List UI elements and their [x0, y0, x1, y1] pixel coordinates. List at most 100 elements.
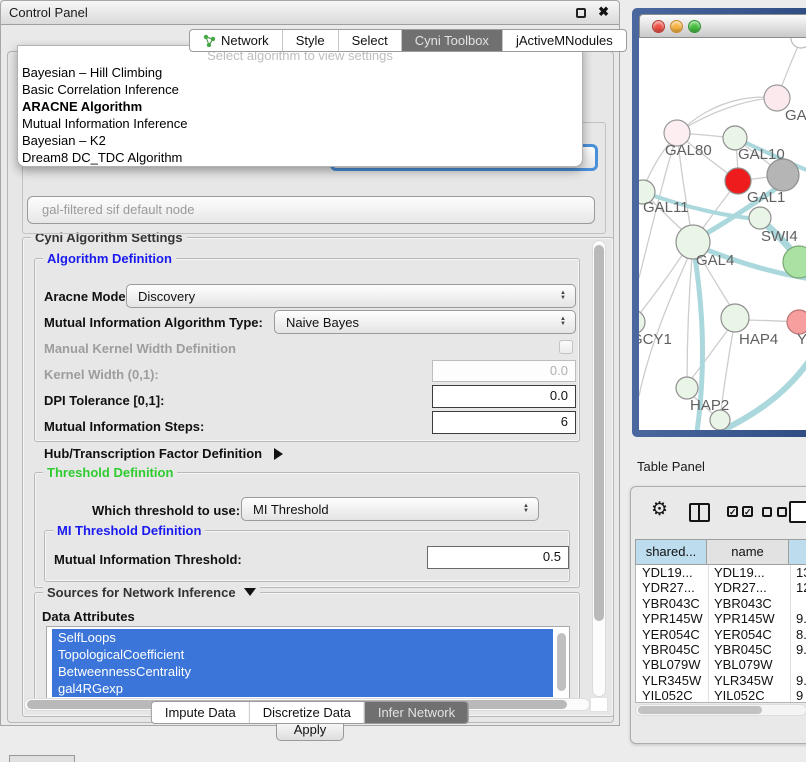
aracne-mode-select[interactable]: Discovery ▲▼	[126, 284, 576, 308]
mi-algorithm-type-select[interactable]: Naive Bayes ▲▼	[274, 310, 576, 334]
network-node[interactable]	[721, 304, 749, 332]
minimize-traffic-light[interactable]	[670, 20, 683, 33]
tab-style[interactable]: Style	[282, 30, 338, 51]
tab-network[interactable]: Network	[190, 30, 282, 51]
table-cell: YBR043C	[714, 596, 772, 611]
tab-discretize-data[interactable]: Discretize Data	[249, 702, 364, 723]
mi-type-value: Naive Bayes	[286, 315, 359, 330]
algorithm-option-bayesian-k2[interactable]: Bayesian – K2	[18, 132, 582, 149]
network-node[interactable]	[749, 207, 771, 229]
close-traffic-light[interactable]	[652, 20, 665, 33]
attribute-item-selfloops[interactable]: SelfLoops	[52, 629, 553, 646]
mi-type-label: Mutual Information Algorithm Type:	[44, 315, 263, 330]
column-header-shared[interactable]: shared...	[635, 539, 707, 565]
mi-threshold-definition-title: MI Threshold Definition	[53, 523, 205, 538]
table-cell: YPR145W	[714, 611, 775, 626]
float-window-icon[interactable]	[576, 8, 586, 18]
node-label-gal10: GAL10	[738, 146, 785, 163]
table-function-icon[interactable]	[789, 501, 806, 523]
node-label-hap2: HAP2	[690, 397, 729, 414]
close-window-icon[interactable]: ✖	[598, 4, 609, 20]
deselect-all-checkbox-icon[interactable]	[777, 507, 787, 517]
node-label-gal80: GAL80	[665, 142, 712, 159]
table-row[interactable]: YIL052CYIL052C9	[636, 688, 806, 703]
network-canvas[interactable]: GALGAL80GAL10GAL1GAL11SWI4GAL4GCY1HAP4YH…	[639, 38, 806, 430]
settings-vertical-scroll-thumb[interactable]	[594, 245, 604, 621]
control-panel-window: Control Panel ✖ Network Style Select Cyni T…	[0, 0, 620, 726]
table-cell: 9.	[796, 642, 806, 657]
zoom-traffic-light[interactable]	[688, 20, 701, 33]
network-node[interactable]	[791, 38, 806, 48]
table-cell: 9	[796, 688, 803, 703]
tab-select-label: Select	[352, 33, 388, 48]
attribute-item-topologicalcoefficient[interactable]: TopologicalCoefficient	[52, 646, 553, 663]
table-row[interactable]: YBR045CYBR045C9.	[636, 642, 806, 657]
column-layout-icon[interactable]	[689, 503, 710, 522]
algorithm-option-mutual-information-inference[interactable]: Mutual Information Inference	[18, 115, 582, 132]
table-row[interactable]: YDR27...YDR27...12	[636, 580, 806, 595]
table-cell: YBL079W	[714, 657, 773, 672]
tab-impute-data-label: Impute Data	[165, 705, 236, 720]
algorithm-dropdown-popup: Select algorithm to view settings Bayesi…	[17, 45, 583, 167]
settings-vertical-scrollbar[interactable]	[592, 240, 606, 697]
algorithm-option-bayesian-hill-climbing[interactable]: Bayesian – Hill Climbing	[18, 64, 582, 81]
tab-select[interactable]: Select	[338, 30, 401, 51]
control-panel-titlebar[interactable]: Control Panel ✖	[1, 1, 619, 25]
node-label-gal4: GAL4	[696, 252, 734, 269]
table-row[interactable]: YDL19...YDL19...13	[636, 565, 806, 580]
column-header-name[interactable]: name	[707, 539, 789, 565]
table-row[interactable]: YER054CYER054C8.	[636, 627, 806, 642]
table-horizontal-scrollbar[interactable]	[635, 704, 806, 716]
attribute-list-scrollbar[interactable]	[557, 633, 566, 691]
attribute-item-betweennesscentrality[interactable]: BetweennessCentrality	[52, 663, 553, 680]
table-settings-gear-icon[interactable]: ⚙	[651, 498, 668, 521]
cyni-mode-tabbar: Impute Data Discretize DataInfer Network	[151, 701, 469, 724]
data-attributes-list[interactable]: SelfLoopsTopologicalCoefficientBetweenne…	[46, 626, 570, 700]
network-node[interactable]	[767, 159, 799, 191]
data-attributes-label: Data Attributes	[42, 609, 135, 624]
table-cell: 8.	[796, 627, 806, 642]
tab-impute-data[interactable]: Impute Data	[152, 702, 249, 723]
sources-title-text: Sources for Network Inference	[47, 585, 236, 600]
desktop: Control Panel ✖ Network Style Select Cyni T…	[0, 0, 806, 762]
table-cell: 9.	[796, 611, 806, 626]
table-cell: YLR345W	[714, 673, 773, 688]
mi-threshold-field[interactable]: 0.5	[427, 546, 569, 569]
tab-infer-network[interactable]: Infer Network	[364, 702, 468, 723]
network-window-titlebar[interactable]	[639, 14, 806, 38]
hub-section-toggle[interactable]: Hub/Transcription Factor Definition	[44, 446, 283, 461]
deselect-all-checkbox-icon[interactable]	[762, 507, 772, 517]
table-row[interactable]: YPR145WYPR145W9.	[636, 611, 806, 626]
collapse-down-icon	[244, 588, 256, 596]
select-all-checkbox-icon[interactable]: ✓	[727, 506, 738, 517]
tab-network-label: Network	[221, 33, 269, 48]
algorithm-option-dream8-dc-tdc-algorithm[interactable]: Dream8 DC_TDC Algorithm	[18, 149, 582, 166]
network-selector-combo[interactable]: gal-filtered sif default node	[27, 196, 595, 224]
dpi-tolerance-label: DPI Tolerance [0,1]:	[44, 393, 164, 408]
which-threshold-select[interactable]: MI Threshold ▲▼	[241, 497, 539, 521]
table-row[interactable]: YBL079WYBL079W	[636, 657, 806, 672]
table-cell: YER054C	[642, 627, 700, 642]
expand-right-icon	[274, 448, 283, 460]
attribute-item-gal4rgexp[interactable]: gal4RGexp	[52, 680, 553, 697]
dpi-tolerance-field[interactable]: 0.0	[432, 385, 576, 408]
tab-cyni-toolbox[interactable]: Cyni Toolbox	[401, 30, 502, 51]
sources-group-title[interactable]: Sources for Network Inference	[43, 585, 260, 600]
node-label-gal1: GAL1	[747, 189, 785, 206]
partial-window-corner	[9, 755, 75, 762]
column-header-2[interactable]	[789, 539, 806, 565]
mi-steps-field[interactable]: 6	[432, 411, 576, 434]
table-body: YDL19...YDL19...13YDR27...YDR27...12YBR0…	[635, 565, 806, 703]
table-row[interactable]: YLR345WYLR345W9.	[636, 673, 806, 688]
tab-jactivemnodules[interactable]: jActiveMNodules	[502, 30, 626, 51]
table-cell: YBR045C	[642, 642, 700, 657]
table-panel-title: Table Panel	[637, 459, 705, 474]
network-node[interactable]	[676, 377, 698, 399]
scrollbar-corner	[590, 697, 608, 712]
algorithm-option-basic-correlation-inference[interactable]: Basic Correlation Inference	[18, 81, 582, 98]
table-row[interactable]: YBR043CYBR043C	[636, 596, 806, 611]
select-all-checkbox-icon[interactable]: ✓	[742, 506, 753, 517]
node-label-y: Y	[797, 331, 806, 348]
table-horizontal-scroll-thumb[interactable]	[638, 706, 762, 714]
algorithm-option-aracne-algorithm[interactable]: ARACNE Algorithm	[18, 98, 582, 115]
